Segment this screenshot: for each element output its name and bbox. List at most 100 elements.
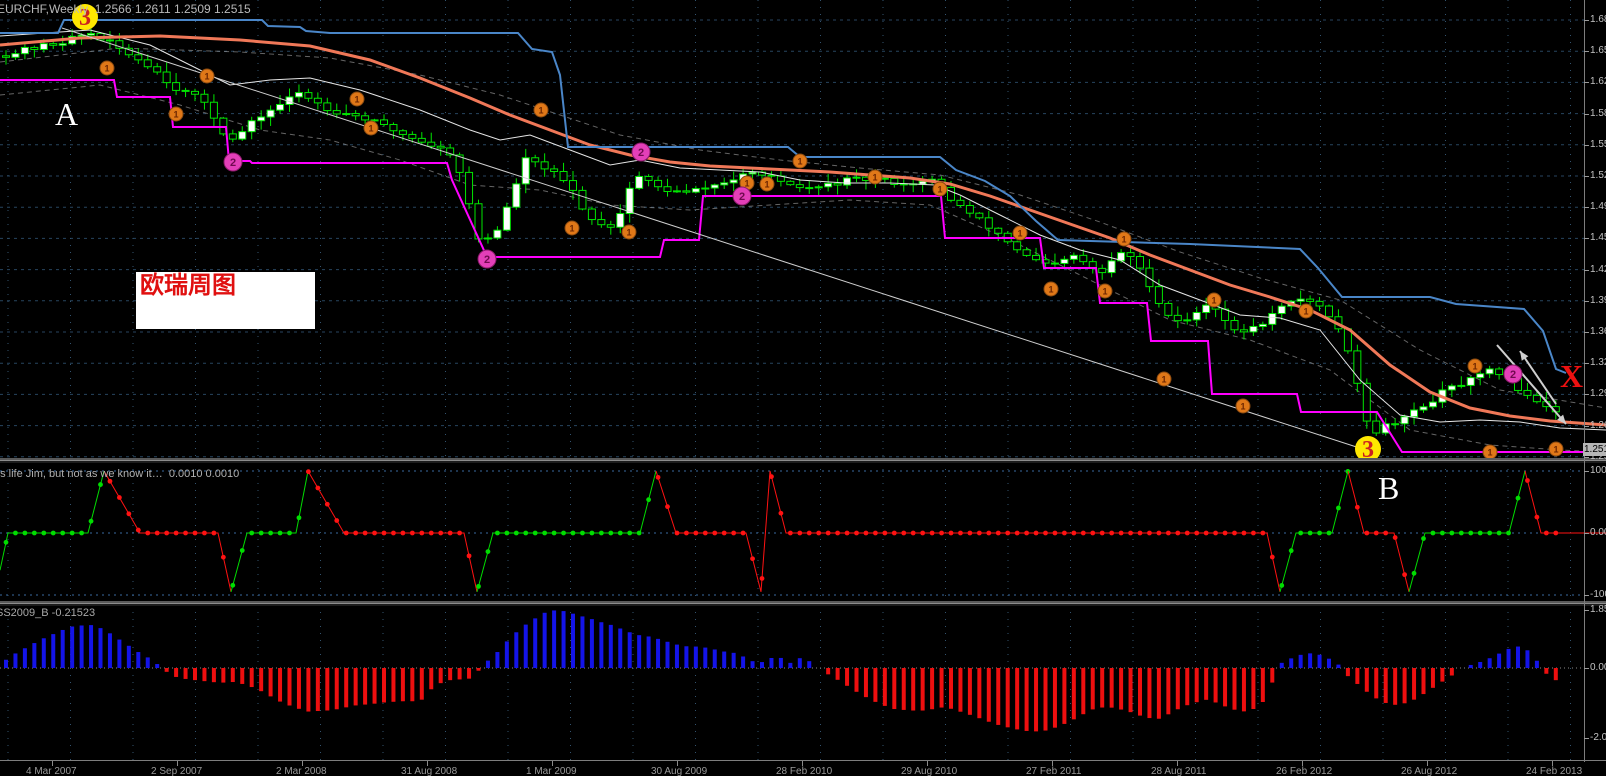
- histogram-bar: [1487, 658, 1492, 668]
- momentum-dot: [1458, 530, 1464, 536]
- momentum-dot: [778, 510, 784, 516]
- histogram-bar: [155, 664, 160, 668]
- momentum-dot: [1336, 505, 1341, 511]
- histogram-bar: [315, 668, 320, 712]
- histogram-bar: [1071, 668, 1076, 720]
- histogram-bar: [1005, 668, 1010, 728]
- momentum-dot: [1373, 530, 1379, 536]
- momentum-panel[interactable]: [0, 462, 1606, 601]
- momentum-dot: [202, 530, 207, 536]
- histogram-bar: [599, 622, 604, 668]
- annotation-letter-a[interactable]: A: [55, 96, 78, 133]
- svg-text:1: 1: [1240, 402, 1245, 412]
- histogram-bar: [1223, 668, 1228, 707]
- momentum-dot: [646, 497, 651, 503]
- momentum-dot: [1506, 530, 1511, 536]
- momentum-dot: [684, 530, 689, 536]
- histogram-bar: [1213, 668, 1218, 703]
- momentum-dot: [31, 530, 37, 536]
- price-tick-label: 1.65: [1590, 45, 1606, 57]
- panel-separator[interactable]: [0, 601, 1606, 606]
- histogram-bar: [1251, 668, 1256, 710]
- histogram-bar: [1043, 668, 1048, 731]
- momentum-dot: [1553, 530, 1559, 536]
- momentum-dot: [268, 530, 273, 536]
- momentum-tick-label: 100: [1590, 465, 1606, 476]
- panel-separator[interactable]: [0, 458, 1606, 463]
- time-tick-label: 31 Aug 2008: [401, 766, 458, 776]
- momentum-dot: [939, 530, 944, 536]
- chart-note-box[interactable]: 欧瑞周图: [136, 272, 315, 329]
- histogram-bar: [807, 661, 812, 668]
- momentum-dot: [220, 554, 226, 560]
- bollinger-upper-band: [0, 47, 1606, 409]
- histogram-bar: [230, 668, 235, 683]
- histogram-bar: [1175, 668, 1180, 710]
- histogram-bar: [750, 661, 755, 668]
- trendline-a-b[interactable]: [61, 27, 1373, 453]
- histogram-bar: [1336, 664, 1341, 668]
- momentum-dot: [41, 530, 47, 536]
- momentum-dot: [419, 530, 425, 536]
- momentum-dot: [542, 530, 548, 536]
- histogram-panel[interactable]: [0, 605, 1606, 760]
- histogram-bar: [296, 668, 301, 709]
- momentum-dot: [13, 530, 18, 536]
- histogram-bar: [1109, 668, 1114, 708]
- histogram-bar: [901, 668, 906, 710]
- momentum-dot: [1241, 530, 1247, 536]
- histogram-bar: [665, 641, 670, 668]
- momentum-dot: [816, 530, 822, 536]
- histogram-bar: [561, 611, 566, 668]
- momentum-dot: [854, 530, 859, 536]
- histogram-bar: [1185, 668, 1190, 706]
- momentum-dot: [1128, 530, 1133, 536]
- momentum-dot: [173, 530, 179, 536]
- svg-text:1: 1: [368, 124, 373, 134]
- momentum-dot: [655, 474, 661, 480]
- histogram-bar: [627, 632, 632, 668]
- histogram-bar: [1393, 668, 1398, 705]
- momentum-dot: [126, 511, 132, 517]
- momentum-tick-label: 0.00: [1590, 527, 1606, 538]
- svg-text:1: 1: [173, 110, 178, 120]
- momentum-dot: [835, 530, 840, 536]
- momentum-dot: [1279, 583, 1285, 588]
- momentum-dot: [769, 474, 774, 480]
- histogram-bar: [448, 668, 453, 681]
- time-tick-label: 2 Mar 2008: [276, 766, 327, 776]
- svg-text:1: 1: [626, 228, 631, 238]
- momentum-dot: [98, 482, 103, 487]
- svg-text:1: 1: [1161, 375, 1166, 385]
- annotation-letter-x[interactable]: X: [1560, 358, 1583, 395]
- momentum-dot: [1430, 530, 1436, 536]
- momentum-dot: [1147, 530, 1152, 536]
- time-tick-label: 28 Aug 2011: [1151, 766, 1207, 776]
- mt4-chart-window: 1111111111111111111111112222233 EURCHF,W…: [0, 0, 1606, 776]
- annotation-letter-b[interactable]: B: [1378, 470, 1399, 507]
- momentum-dot: [135, 527, 141, 533]
- histogram-bar: [1402, 668, 1407, 704]
- histogram-bar: [646, 636, 651, 668]
- histogram-bar: [1534, 660, 1539, 668]
- histogram-bar: [1308, 653, 1313, 668]
- histogram-bar: [145, 657, 150, 668]
- momentum-dot: [608, 530, 614, 536]
- momentum-dot: [551, 530, 557, 536]
- momentum-title-row: Its life Jim, but not as we know it… 0.0…: [0, 468, 239, 480]
- histogram-bar: [1345, 668, 1350, 677]
- price-chart-panel[interactable]: 1111111 11 111111 11111111 12222233: [0, 0, 1606, 458]
- momentum-dot: [1487, 530, 1493, 536]
- histogram-bar: [107, 633, 112, 668]
- histogram-bar: [60, 629, 65, 668]
- momentum-dot: [400, 530, 406, 536]
- momentum-dot: [154, 530, 160, 536]
- momentum-dot: [3, 539, 9, 545]
- svg-text:1: 1: [538, 106, 543, 116]
- momentum-dot: [438, 530, 444, 536]
- svg-text:1: 1: [354, 95, 359, 105]
- arrow-line[interactable]: [1496, 344, 1567, 425]
- histogram-bar: [674, 644, 679, 668]
- svg-text:1: 1: [937, 185, 942, 195]
- histogram-bar: [656, 638, 661, 668]
